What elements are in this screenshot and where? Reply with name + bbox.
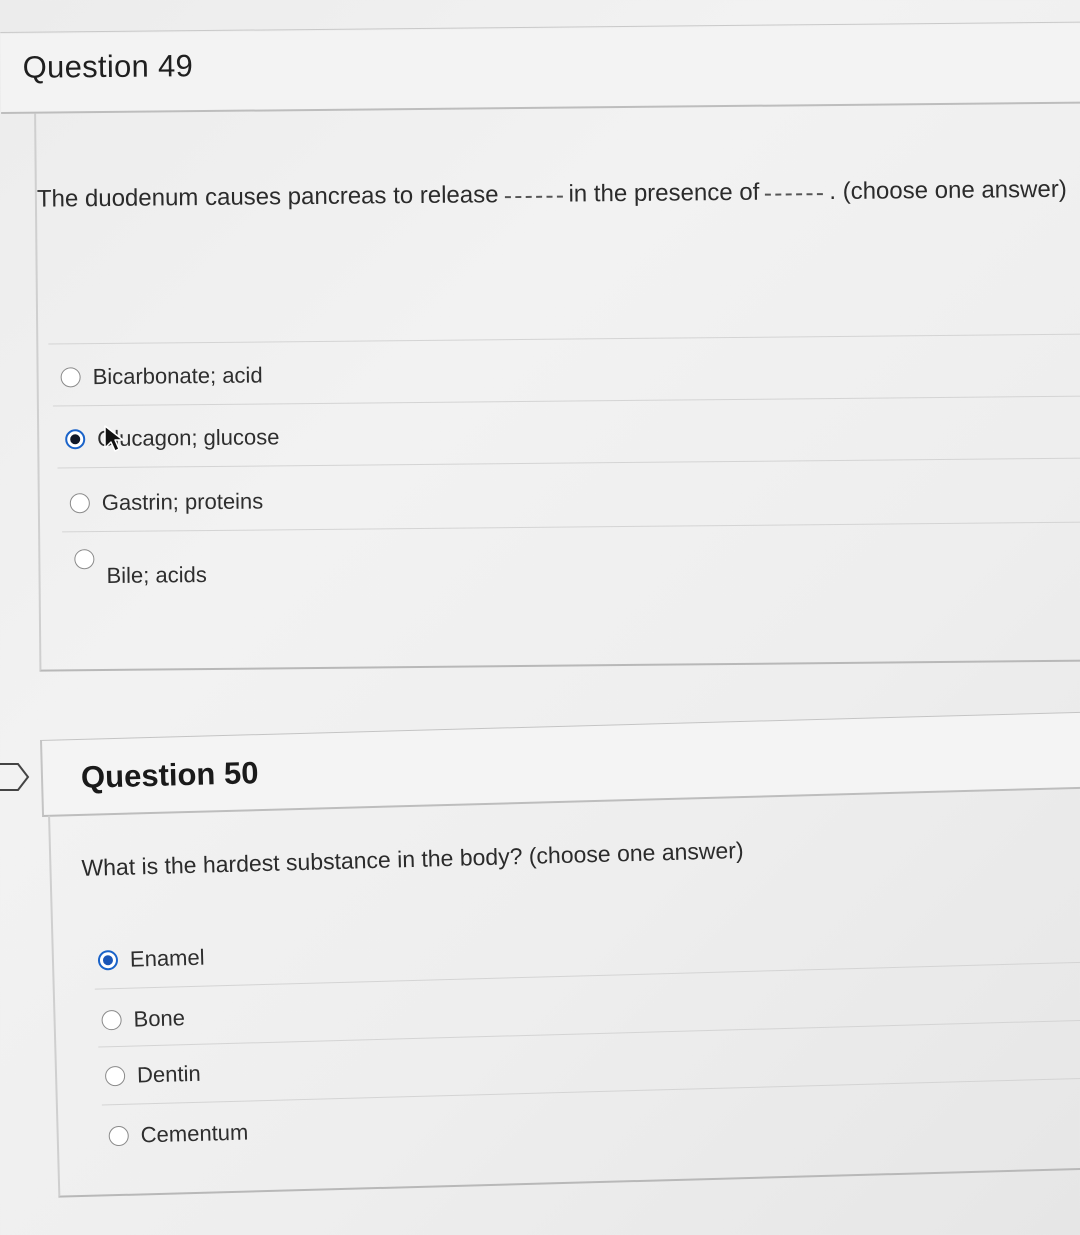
option-label: Cementum — [140, 1119, 249, 1148]
q49-option-gastrin[interactable]: Gastrin; proteins — [69, 481, 264, 523]
radio-selected[interactable] — [97, 949, 119, 971]
q49-option-bicarbonate[interactable]: Bicarbonate; acid — [60, 355, 263, 397]
question-50-title: Question 50 — [80, 755, 259, 795]
question-50-card: Question 50 What is the hardest substanc… — [40, 710, 1080, 1210]
question-49-title: Question 49 — [22, 48, 194, 85]
option-divider — [98, 1018, 1080, 1048]
question-49-prompt-part3: . (choose one answer) — [829, 175, 1067, 206]
radio-unselected[interactable] — [104, 1065, 126, 1087]
option-label: Dentin — [136, 1060, 202, 1088]
radio-unselected[interactable] — [74, 549, 95, 570]
option-label: Bile; acids — [106, 562, 207, 589]
option-divider — [101, 1076, 1080, 1106]
mouse-pointer-icon — [104, 425, 124, 452]
question-49-prompt: The duodenum causes pancreas to release i… — [37, 176, 1067, 214]
question-49-card: Question 49 The duodenum causes pancreas… — [0, 0, 1080, 680]
question-49-body: The duodenum causes pancreas to release i… — [34, 103, 1080, 672]
q49-option-bile[interactable]: Bile; acids — [74, 548, 207, 589]
option-label: Enamel — [129, 944, 205, 972]
q50-option-bone[interactable]: Bone — [101, 998, 185, 1040]
question-49-prompt-part1: The duodenum causes pancreas to release — [36, 181, 499, 213]
answer-blank-2 — [765, 193, 824, 196]
option-divider — [57, 457, 1080, 469]
option-label: Gastrin; proteins — [101, 488, 264, 516]
question-50-prompt: What is the hardest substance in the bod… — [81, 837, 744, 881]
q49-option-glucagon[interactable]: Glucagon; glucose — [65, 417, 280, 459]
q50-option-cementum[interactable]: Cementum — [108, 1113, 249, 1157]
answer-blank-1 — [504, 195, 563, 199]
q50-option-dentin[interactable]: Dentin — [104, 1054, 202, 1097]
question-49-header: Question 49 — [0, 23, 1080, 114]
radio-unselected[interactable] — [69, 493, 90, 514]
option-divider — [94, 960, 1080, 990]
option-divider — [62, 521, 1080, 533]
option-label: Bone — [133, 1005, 186, 1032]
question-50-body: What is the hardest substance in the bod… — [48, 786, 1080, 1198]
chevron-right-icon[interactable] — [0, 760, 30, 794]
question-49-prompt-part2: in the presence of — [568, 178, 760, 208]
option-label: Bicarbonate; acid — [92, 362, 263, 390]
radio-unselected[interactable] — [108, 1125, 130, 1147]
option-divider — [48, 333, 1080, 345]
radio-unselected[interactable] — [101, 1009, 122, 1031]
radio-selected[interactable] — [65, 429, 86, 450]
option-divider — [52, 395, 1080, 407]
q50-option-enamel[interactable]: Enamel — [97, 938, 205, 981]
radio-unselected[interactable] — [60, 367, 81, 388]
